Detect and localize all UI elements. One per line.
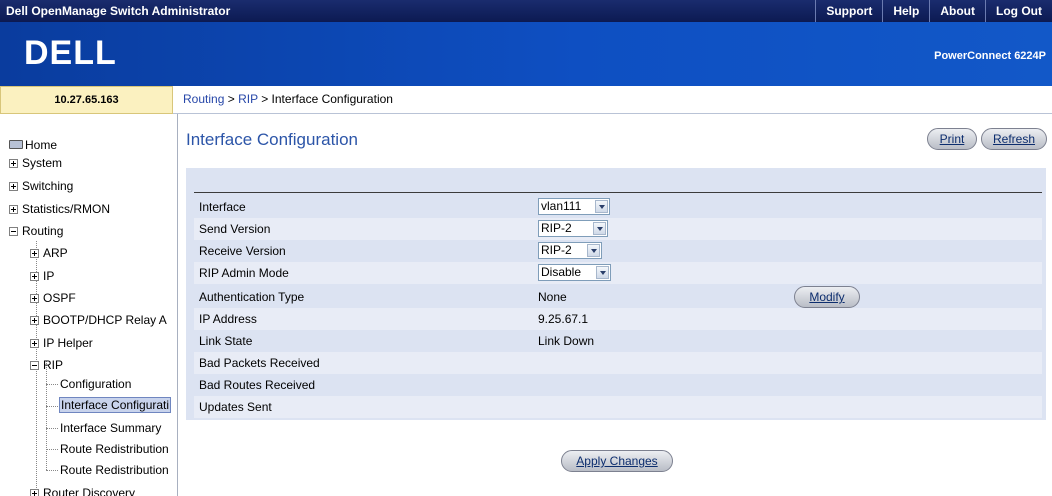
breadcrumb-current: Interface Configuration xyxy=(271,92,393,106)
form-row-bad-packets: Bad Packets Received xyxy=(194,352,1042,374)
header-rule xyxy=(194,192,1042,193)
tree-connector xyxy=(46,428,58,429)
sidebar-item-system[interactable]: System xyxy=(9,154,62,172)
form-row-interface: Interface vlan111 xyxy=(194,196,1042,218)
sidebar-item-routing[interactable]: Routing xyxy=(9,222,63,240)
expand-icon[interactable] xyxy=(30,272,39,281)
top-nav: Support Help About Log Out xyxy=(815,0,1052,22)
form-row-receive-version: Receive Version RIP-2 xyxy=(194,240,1042,262)
refresh-button[interactable]: Refresh xyxy=(981,128,1047,150)
form-row-bad-routes: Bad Routes Received xyxy=(194,374,1042,396)
form-row-admin-mode: RIP Admin Mode Disable xyxy=(194,262,1042,284)
about-link[interactable]: About xyxy=(929,0,985,22)
home-icon xyxy=(9,140,23,149)
form-row-ip-address: IP Address 9.25.67.1 xyxy=(194,308,1042,330)
breadcrumb-separator: > xyxy=(257,92,272,106)
sidebar-item-home[interactable]: Home xyxy=(9,136,57,154)
breadcrumb: Routing > RIP > Interface Configuration xyxy=(173,86,1052,114)
expand-icon[interactable] xyxy=(30,339,39,348)
field-label: Link State xyxy=(199,334,253,348)
breadcrumb-routing[interactable]: Routing xyxy=(183,92,224,106)
modify-button[interactable]: Modify xyxy=(794,286,860,308)
field-label: Authentication Type xyxy=(199,290,305,304)
page-title: Interface Configuration xyxy=(186,130,358,149)
top-bar: Dell OpenManage Switch Administrator Sup… xyxy=(0,0,1052,22)
logout-link[interactable]: Log Out xyxy=(985,0,1052,22)
sidebar-item-switching[interactable]: Switching xyxy=(9,177,73,195)
sidebar-item-router-discovery[interactable]: Router Discovery xyxy=(30,484,135,496)
breadcrumb-rip[interactable]: RIP xyxy=(238,92,258,106)
form-row-auth-type: Authentication Type None xyxy=(194,286,1042,308)
link-state-value: Link Down xyxy=(538,334,595,348)
send-version-select[interactable]: RIP-2 xyxy=(538,220,608,237)
interface-select[interactable]: vlan111 xyxy=(538,198,610,215)
sidebar-item-bootp[interactable]: BOOTP/DHCP Relay A xyxy=(30,311,167,329)
sidebar-item-route-redistribution[interactable]: Route Redistribution xyxy=(60,440,169,458)
help-link[interactable]: Help xyxy=(882,0,929,22)
admin-mode-select[interactable]: Disable xyxy=(538,264,611,281)
model-name: PowerConnect 6224P xyxy=(934,50,1046,62)
chevron-down-icon xyxy=(595,200,608,213)
chevron-down-icon xyxy=(587,244,600,257)
form-row-updates-sent: Updates Sent xyxy=(194,396,1042,418)
sidebar-item-rip-configuration[interactable]: Configuration xyxy=(60,375,131,393)
apply-changes-button[interactable]: Apply Changes xyxy=(561,450,673,472)
sidebar-item-arp[interactable]: ARP xyxy=(30,244,68,262)
chevron-down-icon xyxy=(593,222,606,235)
expand-icon[interactable] xyxy=(30,249,39,258)
expand-icon[interactable] xyxy=(9,182,18,191)
tree-connector xyxy=(46,449,58,450)
banner: DELL PowerConnect 6224P xyxy=(0,22,1052,86)
sidebar-item-interface-summary[interactable]: Interface Summary xyxy=(60,419,161,437)
auth-type-value: None xyxy=(538,290,567,304)
chevron-down-icon xyxy=(596,266,609,279)
tree-connector xyxy=(46,384,58,385)
dell-logo: DELL xyxy=(24,34,117,70)
expand-icon[interactable] xyxy=(30,316,39,325)
sidebar-item-ip[interactable]: IP xyxy=(30,267,54,285)
breadcrumb-separator: > xyxy=(224,92,239,106)
print-button[interactable]: Print xyxy=(927,128,977,150)
sidebar-item-ospf[interactable]: OSPF xyxy=(30,289,76,307)
expand-icon[interactable] xyxy=(9,205,18,214)
field-label: RIP Admin Mode xyxy=(199,266,289,280)
tree-connector xyxy=(46,470,58,471)
expand-icon[interactable] xyxy=(9,159,18,168)
tree-connector xyxy=(46,361,47,470)
field-label: Send Version xyxy=(199,222,271,236)
support-link[interactable]: Support xyxy=(815,0,882,22)
field-label: Bad Packets Received xyxy=(199,356,320,370)
collapse-icon[interactable] xyxy=(9,227,18,236)
sidebar-item-ip-helper[interactable]: IP Helper xyxy=(30,334,93,352)
field-label: Updates Sent xyxy=(199,400,272,414)
expand-icon[interactable] xyxy=(30,294,39,303)
sidebar-item-interface-configuration[interactable]: Interface Configurati xyxy=(59,396,172,414)
field-label: Receive Version xyxy=(199,244,286,258)
expand-icon[interactable] xyxy=(30,489,39,496)
ip-address: 10.27.65.163 xyxy=(0,86,173,114)
field-label: IP Address xyxy=(199,312,257,326)
collapse-icon[interactable] xyxy=(30,361,39,370)
form-row-link-state: Link State Link Down xyxy=(194,330,1042,352)
field-label: Interface xyxy=(199,200,246,214)
ip-address-value: 9.25.67.1 xyxy=(538,312,589,326)
tree-connector xyxy=(46,406,58,407)
field-label: Bad Routes Received xyxy=(199,378,316,392)
receive-version-select[interactable]: RIP-2 xyxy=(538,242,602,259)
sidebar-item-route-redistribution-summary[interactable]: Route Redistribution xyxy=(60,461,169,479)
sidebar-item-statistics[interactable]: Statistics/RMON xyxy=(9,200,110,218)
app-title: Dell OpenManage Switch Administrator xyxy=(6,4,231,18)
form-row-send-version: Send Version RIP-2 xyxy=(194,218,1042,240)
svg-text:DELL: DELL xyxy=(24,34,117,70)
sidebar-item-rip[interactable]: RIP xyxy=(30,356,63,374)
sidebar: Home System Switching Statistics/RMON Ro… xyxy=(0,114,178,496)
